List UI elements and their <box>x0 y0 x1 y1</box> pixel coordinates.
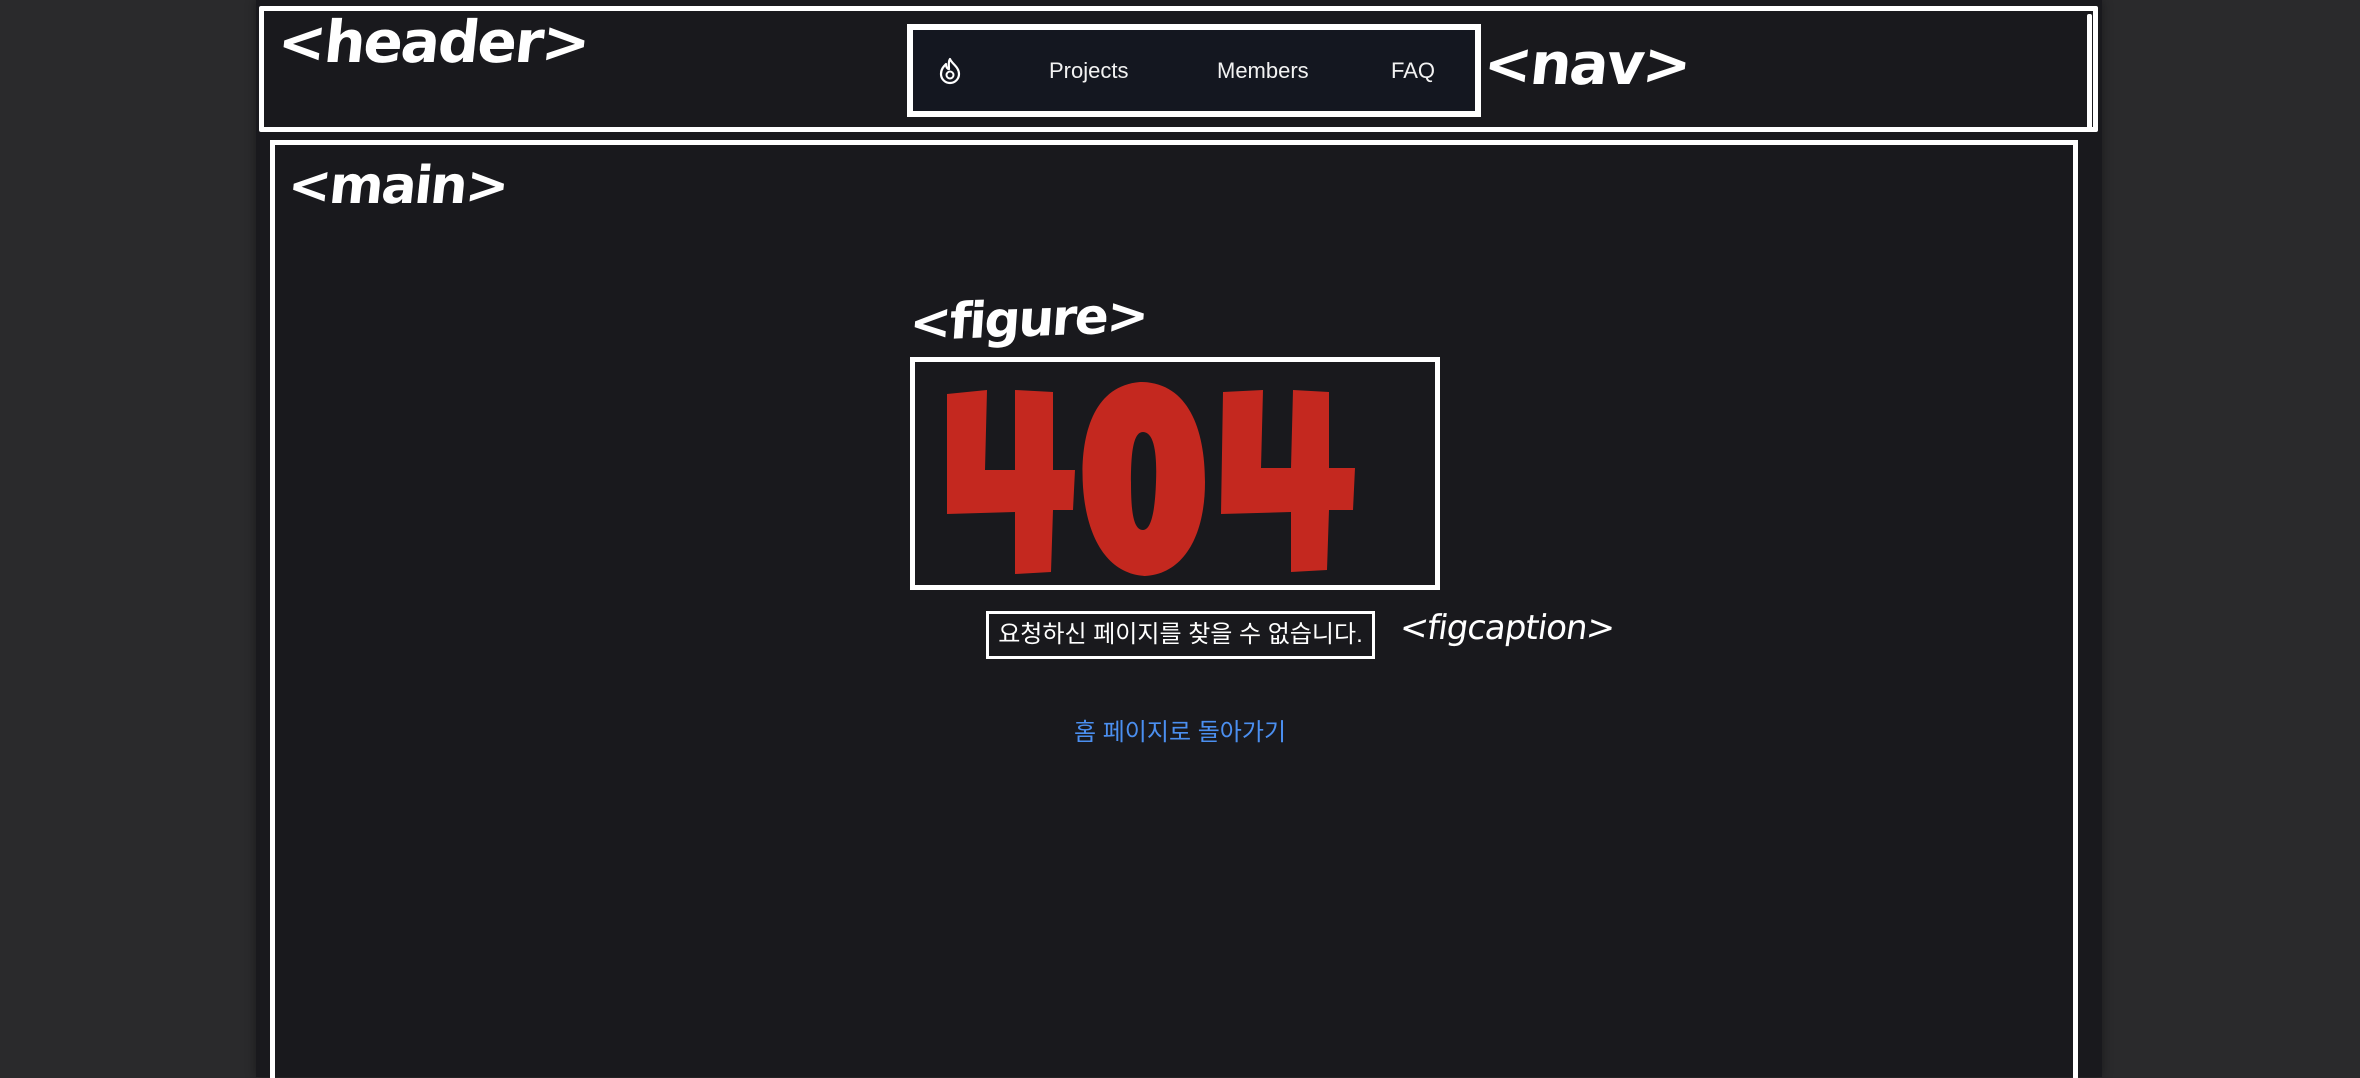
figure-caption: 요청하신 페이지를 찾을 수 없습니다. <box>986 611 1375 659</box>
figcaption-annotation: <figcaption> <box>1397 608 1618 648</box>
nav-link-projects[interactable]: Projects <box>1049 30 1128 111</box>
nav-annotation: <nav> <box>1480 30 1694 98</box>
home-link[interactable]: 홈 페이지로 돌아가기 <box>1050 712 1310 747</box>
header-edge-mark <box>2087 14 2092 130</box>
nav-bar: Projects Members FAQ <box>907 24 1481 117</box>
main-annotation: <main> <box>284 156 511 216</box>
nav-link-faq[interactable]: FAQ <box>1391 30 1435 111</box>
figure: 404 <box>910 357 1440 590</box>
header-annotation: <header> <box>274 8 592 76</box>
figure-annotation: <figure> <box>907 285 1150 353</box>
main-region <box>270 140 2078 1078</box>
error-404-image: 404 <box>947 382 1355 576</box>
nav-link-members[interactable]: Members <box>1217 30 1309 111</box>
flame-logo-icon[interactable] <box>935 56 965 86</box>
